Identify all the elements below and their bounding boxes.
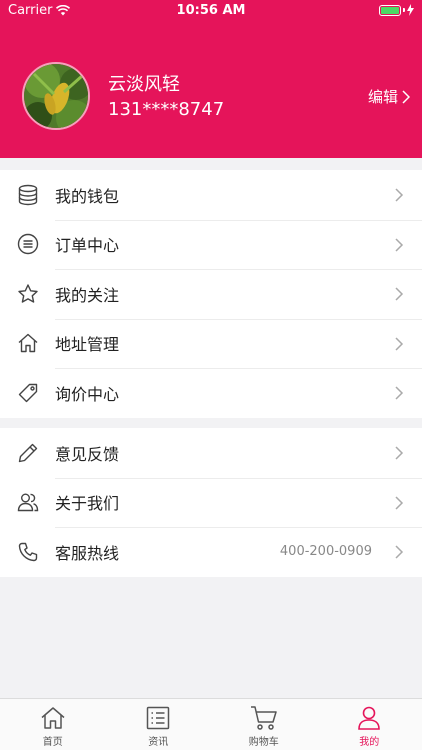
chevron-right-icon (395, 237, 404, 252)
chevron-right-icon (395, 287, 404, 301)
star-icon (16, 282, 40, 306)
chevron-right-icon (395, 336, 404, 351)
hotline-number: 400-200-0909 (279, 544, 372, 560)
profile-page: Carrier 10:56 AM 云淡风轻 131****8747 编辑 我的钱… (0, 0, 422, 750)
tab-mine[interactable]: 我的 (317, 699, 422, 750)
chevron-right-icon (395, 386, 404, 400)
menu-label: 我的钱包 (55, 186, 120, 206)
battery-indicator (379, 4, 414, 16)
news-list-icon (147, 706, 170, 730)
tab-cart[interactable]: 购物车 (211, 699, 317, 750)
profile-header: Carrier 10:56 AM 云淡风轻 131****8747 编辑 (0, 0, 422, 158)
tab-label: 我的 (359, 737, 380, 748)
tab-label: 首页 (42, 737, 63, 748)
person-icon (358, 706, 381, 730)
tab-news[interactable]: 资讯 (106, 699, 212, 750)
tab-home[interactable]: 首页 (0, 699, 106, 750)
menu-label: 地址管理 (55, 335, 120, 355)
tag-icon (16, 381, 40, 405)
menu-item-orders[interactable]: 订单中心 (0, 219, 422, 270)
menu-label: 订单中心 (55, 236, 120, 256)
status-time: 10:56 AM (176, 3, 246, 18)
menu-item-inquiry[interactable]: 询价中心 (0, 368, 422, 418)
phone-icon (16, 540, 40, 564)
tab-label: 资讯 (148, 737, 169, 748)
avatar[interactable] (22, 62, 90, 130)
menu-item-about[interactable]: 关于我们 (0, 477, 422, 528)
chevron-right-icon (395, 446, 404, 460)
menu-label: 意见反馈 (55, 444, 120, 464)
menu-item-feedback[interactable]: 意见反馈 (0, 428, 422, 478)
battery-icon (379, 4, 401, 16)
menu-label: 询价中心 (55, 384, 120, 404)
people-icon (16, 490, 40, 514)
menu-group-support: 意见反馈 关于我们 客服热线 400-200-0909 (0, 428, 422, 577)
home-icon (16, 331, 40, 355)
menu-item-address[interactable]: 地址管理 (0, 318, 422, 369)
status-bar: Carrier 10:56 AM (0, 0, 422, 22)
home-icon (41, 707, 65, 729)
menu-label: 客服热线 (55, 543, 120, 563)
menu-label: 我的关注 (55, 285, 120, 305)
pencil-icon (16, 441, 40, 465)
tab-label: 购物车 (248, 737, 279, 748)
tab-bar: 首页 资讯 购物车 我的 (0, 698, 422, 750)
charging-icon (407, 4, 414, 16)
wallet-database-icon (16, 183, 40, 207)
user-phone: 131****8747 (108, 99, 225, 120)
cart-icon (250, 706, 277, 730)
menu-item-wallet[interactable]: 我的钱包 (0, 170, 422, 220)
edit-profile-button[interactable]: 编辑 (368, 86, 410, 107)
menu-item-follows[interactable]: 我的关注 (0, 269, 422, 319)
menu-group-account: 我的钱包 订单中心 我的关注 地址管理 询价中心 (0, 170, 422, 418)
menu-item-hotline[interactable]: 客服热线 400-200-0909 (0, 527, 422, 577)
chevron-right-icon (402, 89, 410, 104)
chevron-right-icon (395, 188, 404, 202)
list-circle-icon (16, 232, 40, 256)
chevron-right-icon (395, 495, 404, 510)
menu-label: 关于我们 (55, 494, 120, 514)
edit-label: 编辑 (367, 88, 398, 106)
user-name: 云淡风轻 (108, 74, 180, 95)
chevron-right-icon (395, 545, 404, 559)
